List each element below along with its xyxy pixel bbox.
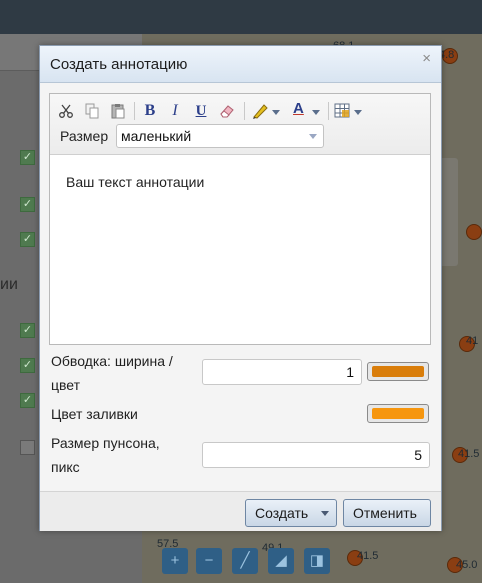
- map-label: 41.5: [458, 448, 480, 460]
- size-label: Размер: [60, 128, 109, 144]
- map-label: 45.0: [456, 559, 478, 571]
- map-label: 41: [466, 335, 479, 347]
- punch-size-label-line2: пикс: [51, 459, 80, 475]
- close-icon[interactable]: ×: [422, 50, 431, 67]
- highlighter-icon[interactable]: [249, 100, 283, 122]
- background-checkbox[interactable]: ✓: [20, 393, 35, 408]
- background-checkbox[interactable]: [20, 440, 35, 455]
- create-button-label: Создать: [255, 505, 309, 521]
- background-checkbox[interactable]: ✓: [20, 323, 35, 338]
- font-size-select[interactable]: маленький: [116, 124, 324, 148]
- eraser-icon[interactable]: [216, 100, 238, 122]
- background-top-bar: [0, 0, 482, 34]
- dialog-title: Создать аннотацию: [50, 56, 188, 73]
- toolbar-separator: [328, 102, 329, 120]
- fill-color-swatch: [372, 408, 424, 419]
- split-view-icon[interactable]: ◨: [304, 548, 330, 574]
- background-checkbox[interactable]: ✓: [20, 358, 35, 373]
- font-size-value: маленький: [121, 128, 192, 144]
- bold-icon[interactable]: B: [140, 100, 160, 122]
- font-color-icon[interactable]: A: [290, 100, 324, 122]
- background-checkbox[interactable]: ✓: [20, 232, 35, 247]
- cancel-button[interactable]: Отменить: [343, 499, 431, 527]
- insert-table-icon[interactable]: [332, 100, 366, 122]
- editor-toolbar: B I U A Размер маленький: [50, 94, 430, 155]
- create-button[interactable]: Создать: [245, 499, 337, 527]
- stroke-width-value: 1: [346, 364, 354, 380]
- underline-icon[interactable]: U: [191, 100, 211, 122]
- map-marker[interactable]: [466, 224, 482, 240]
- punch-size-label-line1: Размер пунсона,: [51, 435, 160, 451]
- stroke-color-swatch: [372, 366, 424, 377]
- stroke-label-line1: Обводка: ширина /: [51, 353, 173, 369]
- cut-icon[interactable]: [56, 100, 76, 122]
- map-tools: + − ╱ ◢ ◨: [158, 548, 338, 580]
- punch-size-input[interactable]: 5: [202, 442, 430, 468]
- dialog-header: Создать аннотацию ×: [40, 46, 441, 83]
- annotation-text[interactable]: Ваш текст аннотации: [66, 174, 204, 190]
- fill-color-button[interactable]: [367, 404, 429, 423]
- stroke-width-input[interactable]: 1: [202, 359, 362, 385]
- paste-icon[interactable]: [108, 100, 128, 122]
- background-side-text: ии: [0, 276, 18, 293]
- ruler-icon[interactable]: ╱: [232, 548, 258, 574]
- dialog-footer: Создать Отменить: [40, 491, 441, 531]
- area-measure-icon[interactable]: ◢: [268, 548, 294, 574]
- chevron-down-icon: [321, 511, 329, 516]
- stroke-label-line2: цвет: [51, 377, 81, 393]
- toolbar-separator: [244, 102, 245, 120]
- copy-icon[interactable]: [82, 100, 102, 122]
- italic-icon[interactable]: I: [165, 100, 185, 122]
- chevron-down-icon: [309, 134, 317, 139]
- zoom-out-icon[interactable]: −: [196, 548, 222, 574]
- cancel-button-label: Отменить: [353, 505, 417, 521]
- toolbar-separator: [134, 102, 135, 120]
- font-color-letter: A: [293, 100, 304, 117]
- zoom-in-icon[interactable]: +: [162, 548, 188, 574]
- create-annotation-dialog: Создать аннотацию × B I U A Размер мален…: [39, 45, 442, 531]
- map-label: 41.5: [357, 550, 379, 562]
- punch-size-value: 5: [414, 447, 422, 463]
- fill-color-label: Цвет заливки: [51, 406, 138, 422]
- background-checkbox[interactable]: ✓: [20, 197, 35, 212]
- stroke-color-button[interactable]: [367, 362, 429, 381]
- rich-text-editor: B I U A Размер маленький Ваш текст аннот…: [49, 93, 431, 345]
- background-checkbox[interactable]: ✓: [20, 150, 35, 165]
